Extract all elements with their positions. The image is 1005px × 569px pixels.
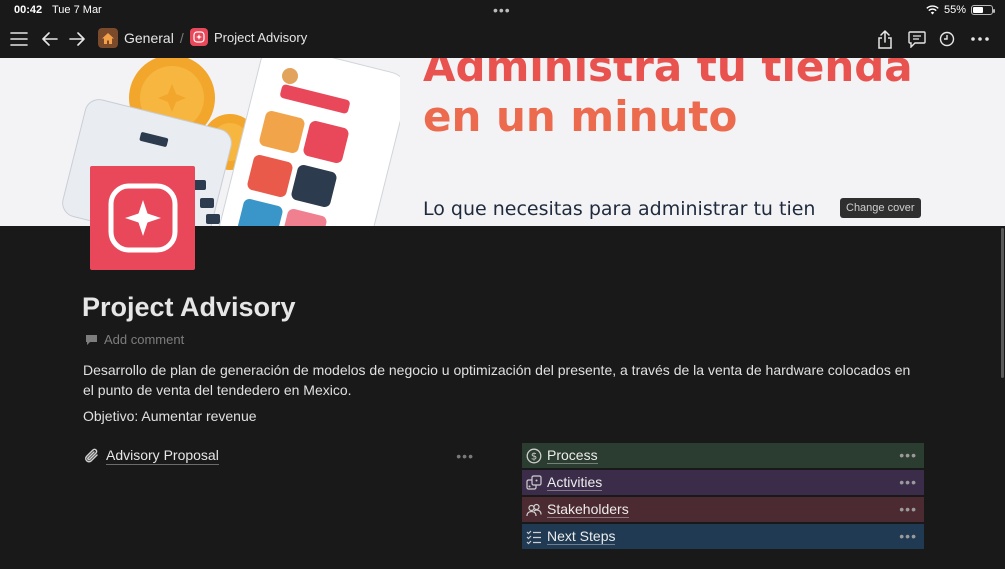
dollar-circle-icon: $: [526, 448, 542, 464]
scrollbar[interactable]: [1001, 228, 1004, 378]
share-icon[interactable]: [874, 28, 896, 50]
battery-fill: [973, 7, 983, 13]
menu-icon[interactable]: [8, 28, 30, 50]
more-options-icon[interactable]: [968, 28, 992, 50]
cover-tagline: Lo que necesitas para administrar tu tie…: [423, 198, 816, 220]
status-right: 55%: [926, 4, 995, 16]
multitasking-dots[interactable]: •••: [493, 2, 511, 18]
add-comment-label: Add comment: [104, 332, 185, 347]
page-sparkle-icon[interactable]: [90, 166, 195, 270]
card-label: Process: [547, 447, 598, 464]
battery-icon: [971, 5, 995, 15]
people-icon: [526, 502, 542, 518]
page-title[interactable]: Project Advisory: [82, 292, 296, 323]
more-options-icon[interactable]: •••: [899, 447, 917, 463]
add-comment-button[interactable]: Add comment: [85, 332, 184, 347]
wifi-icon: [926, 5, 939, 15]
link-label[interactable]: Advisory Proposal: [106, 447, 219, 465]
top-nav: General / Project Advisory: [0, 20, 1005, 58]
card-label: Activities: [547, 474, 603, 491]
card-next-steps[interactable]: Next Steps •••: [522, 524, 924, 549]
comments-icon[interactable]: [906, 28, 928, 50]
cover-headline-1: Administra tu tienda: [423, 58, 913, 91]
page-objective[interactable]: Objetivo: Aumentar revenue: [83, 408, 257, 424]
history-clock-icon[interactable]: [936, 28, 958, 50]
breadcrumb-label: General: [124, 30, 174, 46]
status-date: Tue 7 Mar: [52, 4, 102, 16]
breadcrumb-project-advisory[interactable]: Project Advisory: [190, 28, 307, 46]
more-options-icon[interactable]: •••: [456, 448, 474, 464]
battery-percent: 55%: [943, 4, 966, 16]
cover-headline-2: en un minuto: [423, 92, 738, 141]
card-stakeholders[interactable]: Stakeholders •••: [522, 497, 924, 522]
change-cover-button[interactable]: Change cover: [840, 198, 921, 218]
forward-arrow-icon[interactable]: [66, 28, 88, 50]
home-icon: [98, 28, 118, 48]
page-description[interactable]: Desarrollo de plan de generación de mode…: [83, 360, 923, 400]
linked-pages: $ Process ••• Activities ••• Stakeholder…: [522, 443, 924, 551]
breadcrumb-separator: /: [179, 30, 184, 46]
more-options-icon[interactable]: •••: [899, 474, 917, 490]
back-arrow-icon[interactable]: [39, 28, 61, 50]
status-time: 00:42: [14, 4, 43, 16]
sparkle-icon: [190, 28, 208, 46]
more-options-icon[interactable]: •••: [899, 528, 917, 544]
breadcrumb-general[interactable]: General /: [98, 28, 184, 48]
card-label: Next Steps: [547, 528, 616, 545]
card-process[interactable]: $ Process •••: [522, 443, 924, 468]
breadcrumb-label: Project Advisory: [214, 29, 308, 45]
dice-icon: [526, 474, 542, 491]
advisory-proposal-link[interactable]: Advisory Proposal •••: [84, 444, 480, 468]
checklist-icon: [526, 529, 542, 545]
card-activities[interactable]: Activities •••: [522, 470, 924, 495]
paperclip-icon: [85, 448, 98, 463]
more-options-icon[interactable]: •••: [899, 501, 917, 517]
comment-icon: [86, 334, 97, 345]
status-bar: 00:42 Tue 7 Mar ••• 55%: [0, 0, 1005, 20]
cover-illustration: [62, 58, 400, 226]
svg-text:$: $: [531, 451, 537, 462]
card-label: Stakeholders: [547, 501, 629, 518]
